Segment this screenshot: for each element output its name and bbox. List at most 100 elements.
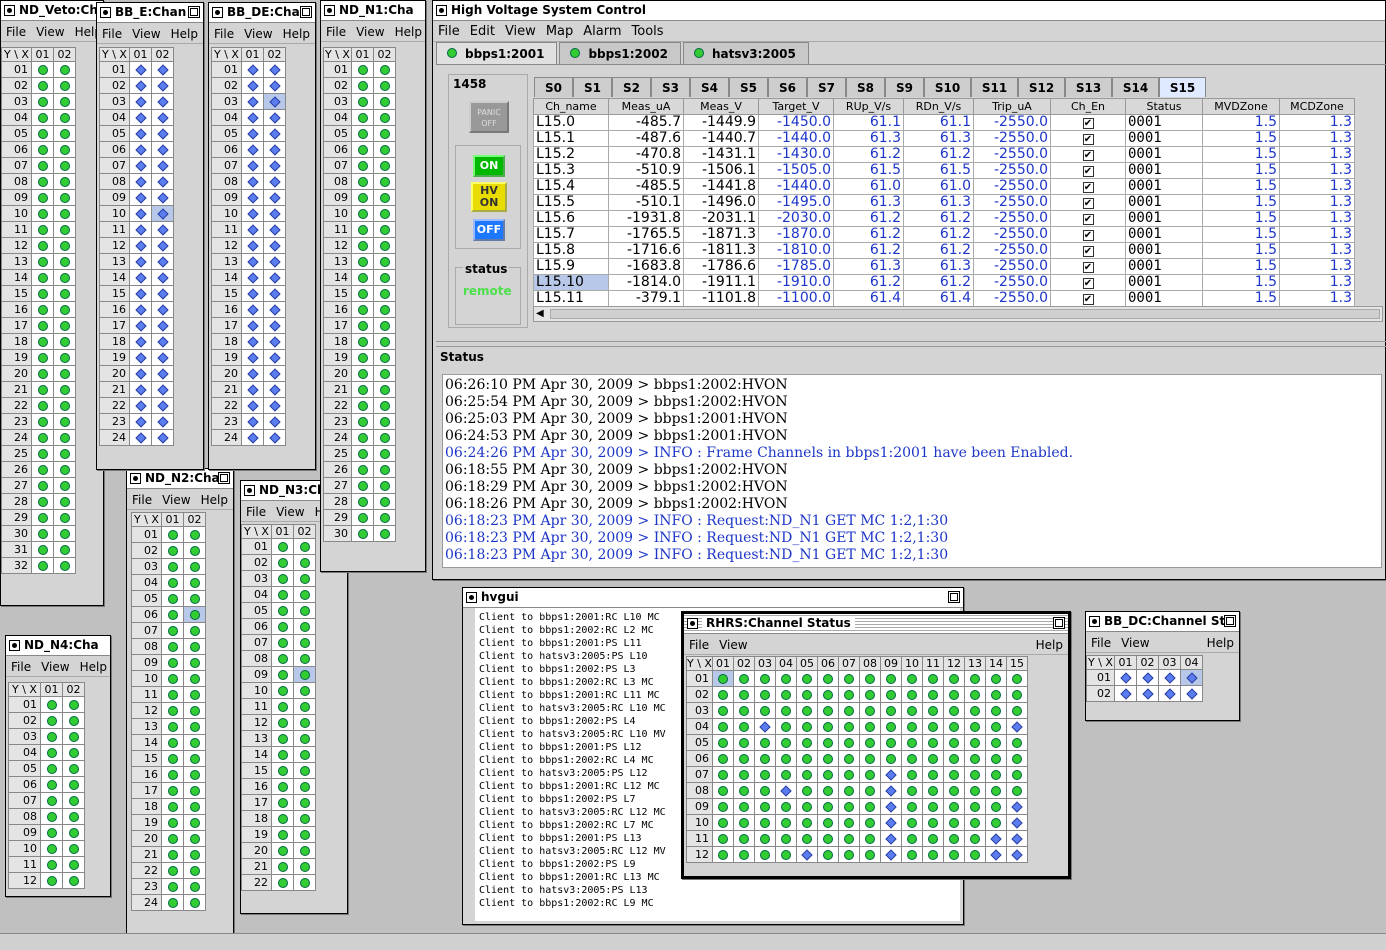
channel-cell[interactable]	[62, 760, 85, 777]
channel-cell[interactable]	[271, 746, 294, 763]
channel-cell[interactable]	[732, 830, 755, 847]
channel-cell[interactable]	[151, 429, 174, 446]
table-cell[interactable]: -1449.9	[683, 114, 759, 131]
channel-cell[interactable]	[732, 814, 755, 831]
table-cell[interactable]: 61.3	[833, 130, 904, 147]
channel-cell[interactable]	[129, 301, 152, 318]
table-row[interactable]: L15.5 -510.1 -1496.0 -1495.0 61.3 61.3 -2550.0…	[533, 194, 1355, 211]
channel-cell[interactable]	[129, 381, 152, 398]
channel-cell[interactable]	[1005, 718, 1028, 735]
channel-cell[interactable]	[53, 429, 76, 446]
channel-cell[interactable]	[900, 718, 923, 735]
table-row[interactable]: L15.1 -487.6 -1440.7 -1440.0 61.3 61.3 -2550.0…	[533, 130, 1355, 147]
table-row[interactable]: L15.0 -485.7 -1449.9 -1450.0 61.1 61.1 -2550.0…	[533, 114, 1355, 131]
table-cell[interactable]: 0001	[1125, 114, 1203, 131]
channel-cell[interactable]	[732, 846, 755, 863]
channel-cell[interactable]	[263, 333, 286, 350]
channel-cell[interactable]	[879, 686, 902, 703]
channel-cell[interactable]	[31, 333, 54, 350]
table-row[interactable]: L15.2 -470.8 -1431.1 -1430.0 61.2 61.2 -2550.0…	[533, 146, 1355, 163]
menu-tools[interactable]: Tools	[627, 22, 669, 41]
channel-cell[interactable]	[271, 586, 294, 603]
menu-file[interactable]: File	[127, 490, 157, 509]
channel-cell[interactable]	[151, 285, 174, 302]
table-cell[interactable]: 1.5	[1202, 258, 1280, 275]
table-cell[interactable]: -1440.0	[758, 130, 834, 147]
channel-cell[interactable]	[241, 237, 264, 254]
channel-cell[interactable]	[858, 686, 881, 703]
channel-cell[interactable]	[373, 125, 396, 142]
tab-slot-s4[interactable]: S4	[690, 77, 729, 97]
channel-cell[interactable]	[984, 782, 1007, 799]
maximize-icon[interactable]	[300, 6, 312, 18]
channel-cell[interactable]	[241, 381, 264, 398]
window-menu-icon[interactable]	[4, 5, 15, 16]
tab-slot-s5[interactable]: S5	[729, 77, 768, 97]
channel-cell[interactable]	[858, 782, 881, 799]
channel-cell[interactable]	[53, 285, 76, 302]
channel-cell[interactable]	[837, 718, 860, 735]
channel-cell[interactable]	[263, 429, 286, 446]
channel-cell[interactable]	[53, 525, 76, 542]
channel-cell[interactable]	[31, 77, 54, 94]
channel-cell[interactable]	[40, 712, 63, 729]
channel-cell[interactable]	[241, 221, 264, 238]
table-cell[interactable]: L15.1	[533, 130, 609, 147]
channel-cell[interactable]	[151, 61, 174, 78]
channel-cell[interactable]	[183, 766, 206, 783]
channel-cell[interactable]	[816, 670, 839, 687]
channel-cell[interactable]	[816, 686, 839, 703]
channel-cell[interactable]	[241, 93, 264, 110]
channel-enable-checkbox[interactable]: ✔	[1082, 134, 1094, 145]
channel-cell[interactable]	[40, 760, 63, 777]
table-cell[interactable]: 1.5	[1202, 146, 1280, 163]
channel-cell[interactable]	[373, 269, 396, 286]
table-cell[interactable]: 1.3	[1279, 226, 1355, 243]
table-cell[interactable]: -1870.0	[758, 226, 834, 243]
channel-cell[interactable]	[31, 381, 54, 398]
maximize-icon[interactable]	[188, 6, 200, 18]
channel-cell[interactable]	[271, 778, 294, 795]
channel-cell[interactable]	[373, 525, 396, 542]
table-cell[interactable]: -1440.7	[683, 130, 759, 147]
table-row[interactable]: L15.11 -379.1 -1101.8 -1100.0 61.4 61.4 -2550.…	[533, 290, 1355, 307]
table-cell[interactable]: 61.3	[903, 194, 974, 211]
channel-cell[interactable]	[351, 221, 374, 238]
channel-cell[interactable]	[183, 606, 206, 623]
channel-cell[interactable]	[1114, 669, 1137, 686]
channel-cell[interactable]	[1005, 846, 1028, 863]
channel-cell[interactable]	[942, 814, 965, 831]
channel-cell[interactable]	[351, 173, 374, 190]
column-header[interactable]: RDn_V/s	[903, 98, 974, 115]
channel-cell[interactable]	[942, 718, 965, 735]
channel-cell[interactable]	[900, 830, 923, 847]
channel-cell[interactable]	[40, 776, 63, 793]
table-cell[interactable]: L15.10	[533, 274, 609, 291]
channel-cell[interactable]	[879, 782, 902, 799]
channel-cell[interactable]	[151, 365, 174, 382]
channel-cell[interactable]	[963, 814, 986, 831]
channel-cell[interactable]	[351, 509, 374, 526]
channel-cell[interactable]	[151, 205, 174, 222]
table-row[interactable]: L15.4 -485.5 -1441.8 -1440.0 61.0 61.0 -2550.0…	[533, 178, 1355, 195]
channel-cell[interactable]	[774, 782, 797, 799]
channel-cell[interactable]	[129, 77, 152, 94]
channel-cell[interactable]	[151, 141, 174, 158]
channel-cell[interactable]	[858, 750, 881, 767]
channel-cell[interactable]	[31, 109, 54, 126]
tab-slot-s3[interactable]: S3	[651, 77, 690, 97]
channel-cell[interactable]	[161, 654, 184, 671]
channel-cell[interactable]	[900, 798, 923, 815]
channel-cell[interactable]	[942, 750, 965, 767]
channel-cell[interactable]	[151, 189, 174, 206]
channel-cell[interactable]	[373, 93, 396, 110]
channel-cell[interactable]	[241, 61, 264, 78]
table-cell[interactable]: -1814.0	[608, 274, 684, 291]
table-cell[interactable]: -1811.3	[683, 242, 759, 259]
channel-enable-checkbox[interactable]: ✔	[1082, 294, 1094, 305]
maximize-icon[interactable]	[1053, 617, 1065, 629]
channel-cell[interactable]	[732, 734, 755, 751]
channel-cell[interactable]	[62, 712, 85, 729]
title-bar[interactable]: BB_DC:Channel Sta	[1086, 612, 1239, 632]
channel-cell[interactable]	[373, 429, 396, 446]
